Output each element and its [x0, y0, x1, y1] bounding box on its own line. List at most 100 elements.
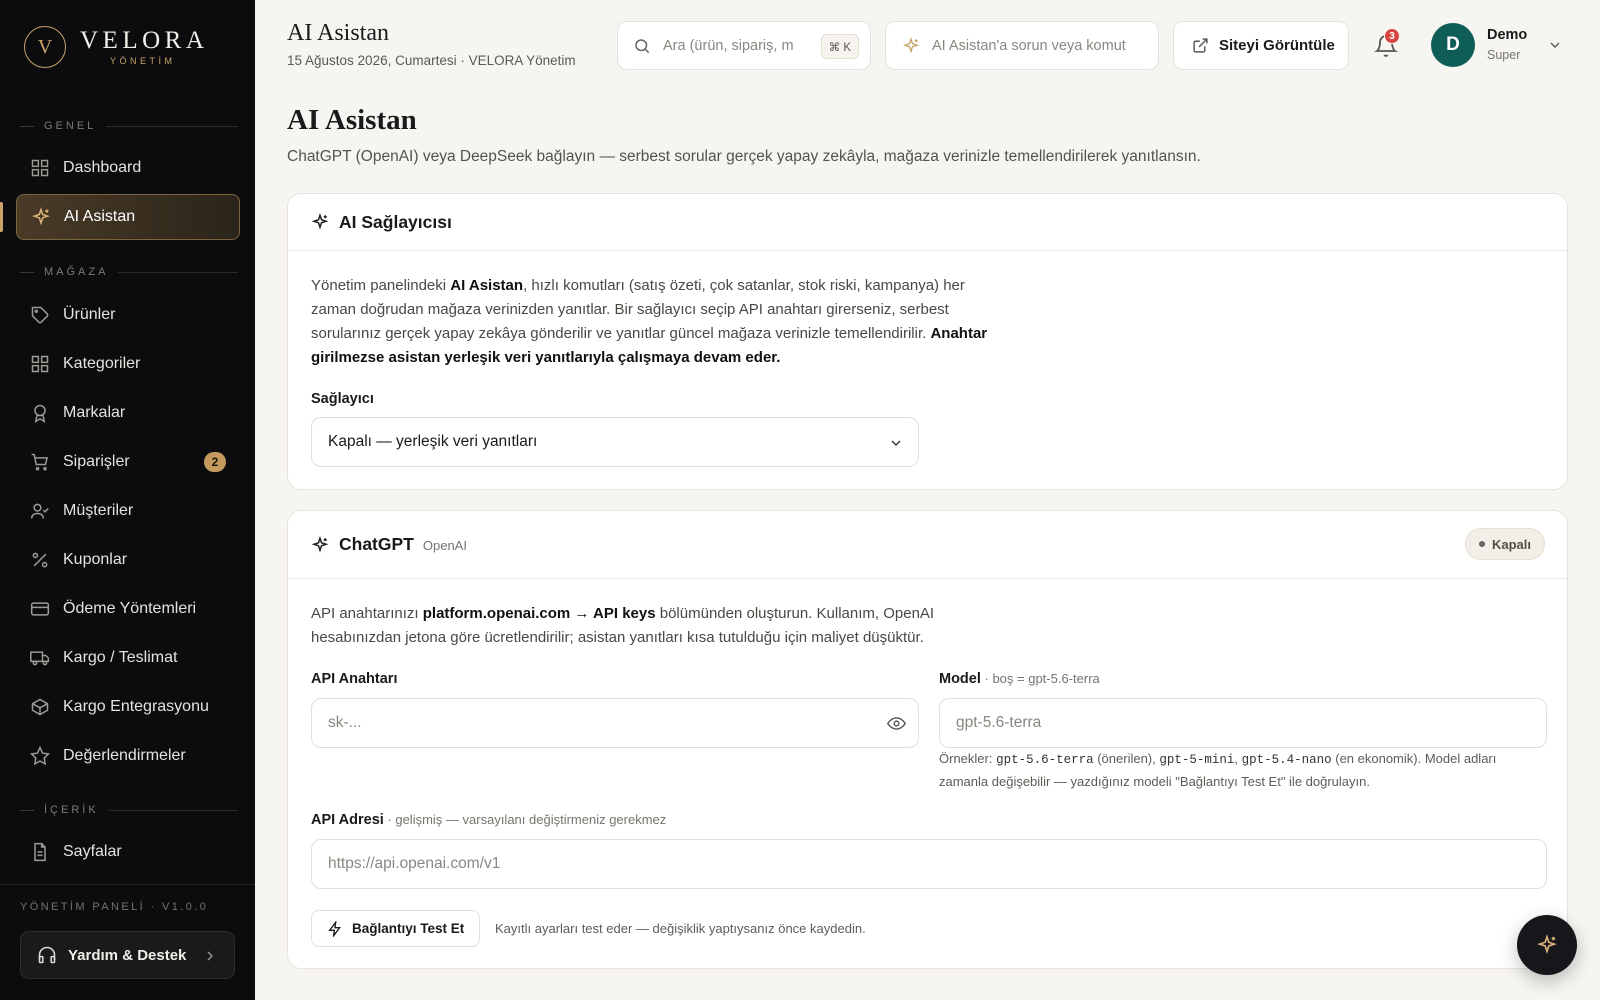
status-badge: Kapalı	[1464, 528, 1545, 560]
brand-name: VELORA	[80, 26, 209, 54]
brand-logo[interactable]: V VELORA YÖNETİM	[24, 26, 208, 68]
sidebar-item-label: Kategoriler	[63, 355, 141, 372]
sidebar-item-urunler[interactable]: Ürünler	[16, 292, 240, 338]
sidebar-item-kategoriler[interactable]: Kategoriler	[16, 341, 240, 387]
search-shortcut: ⌘ K	[820, 34, 859, 59]
test-connection-label: Bağlantıyı Test Et	[352, 921, 465, 936]
sidebar-item-label: Sayfalar	[63, 843, 122, 860]
percent-icon	[32, 552, 48, 568]
headphones-icon	[38, 946, 56, 964]
sidebar-item-label: Ödeme Yöntemleri	[63, 600, 197, 617]
sidebar: V VELORA YÖNETİM GENEL Dashboard AI Asis…	[0, 0, 255, 1000]
provider-card: AI Sağlayıcısı Yönetim panelindeki AI As…	[287, 193, 1568, 490]
lightning-icon	[328, 920, 341, 937]
api-url-field[interactable]	[311, 839, 1547, 889]
sidebar-item-dashboard[interactable]: Dashboard	[16, 145, 240, 191]
file-icon	[34, 842, 46, 862]
sparkle-icon	[311, 535, 329, 553]
sidebar-item-degerlendirmeler[interactable]: Değerlendirmeler	[16, 733, 240, 779]
section-label-genel: GENEL	[20, 120, 238, 132]
model-field[interactable]	[939, 698, 1547, 748]
avatar[interactable]: D	[1431, 23, 1475, 67]
sidebar-item-kargo-entegrasyonu[interactable]: Kargo Entegrasyonu	[16, 684, 240, 730]
sidebar-item-kargo-teslimat[interactable]: Kargo / Teslimat	[16, 635, 240, 681]
page-title: AI Asistan	[287, 104, 417, 136]
ai-assistant-fab[interactable]	[1517, 915, 1577, 975]
api-url-label: API Adresi · gelişmiş — varsayılanı deği…	[311, 812, 667, 828]
global-search[interactable]: ⌘ K	[617, 21, 871, 70]
sidebar-item-siparisler[interactable]: Siparişler 2	[16, 439, 240, 485]
user-name[interactable]: Demo	[1487, 27, 1527, 43]
sidebar-item-label: Kargo Entegrasyonu	[63, 698, 209, 715]
search-icon	[635, 38, 650, 53]
api-url-input[interactable]	[328, 855, 1425, 873]
star-icon	[30, 746, 50, 766]
header-subtitle: 15 Ağustos 2026, Cumartesi · VELORA Yöne…	[287, 53, 576, 68]
provider-field-label: Sağlayıcı	[311, 391, 374, 407]
sidebar-item-label: Siparişler	[63, 453, 130, 470]
sidebar-item-markalar[interactable]: Markalar	[16, 390, 240, 436]
ai-command-input[interactable]	[932, 37, 1147, 54]
sidebar-item-kuponlar[interactable]: Kuponlar	[16, 537, 240, 583]
sidebar-item-sayfalar[interactable]: Sayfalar	[16, 829, 240, 875]
box-icon	[31, 698, 49, 716]
test-connection-button[interactable]: Bağlantıyı Test Et	[311, 910, 481, 947]
notification-badge: 3	[1384, 28, 1400, 44]
model-label: Model · boş = gpt-5.6-terra	[939, 671, 1100, 687]
api-key-field[interactable]	[311, 698, 919, 748]
provider-card-title: AI Sağlayıcısı	[339, 211, 452, 232]
model-input[interactable]	[956, 714, 1487, 732]
sidebar-item-ai-asistan[interactable]: AI Asistan	[16, 194, 240, 240]
cart-icon	[31, 453, 49, 471]
page-description: ChatGPT (OpenAI) veya DeepSeek bağlayın …	[287, 148, 1201, 165]
brand-mark: V	[24, 26, 66, 68]
grid-icon	[31, 355, 49, 373]
chevron-down-icon	[891, 440, 901, 446]
sidebar-divider	[0, 884, 255, 885]
external-link-icon	[1193, 38, 1208, 53]
sidebar-item-label: Dashboard	[63, 159, 142, 176]
sidebar-item-label: Kargo / Teslimat	[63, 649, 178, 666]
section-label-icerik: İÇERİK	[20, 804, 238, 816]
sparkle-icon	[1537, 934, 1557, 955]
active-indicator	[0, 202, 3, 232]
sidebar-item-label: AI Asistan	[64, 208, 136, 225]
view-site-button[interactable]: Siteyi Görüntüle	[1173, 21, 1349, 70]
chevron-down-icon[interactable]	[1547, 37, 1563, 53]
sidebar-item-label: Müşteriler	[63, 502, 134, 519]
test-connection-note: Kayıtlı ayarları test eder — değişiklik …	[495, 921, 866, 936]
card-icon	[30, 602, 50, 616]
sidebar-item-label: Ürünler	[63, 306, 116, 323]
sparkle-icon	[902, 36, 920, 53]
ai-command-box[interactable]	[885, 21, 1159, 70]
provider-select[interactable]: Kapalı — yerleşik veri yanıtları	[311, 417, 919, 467]
sidebar-item-odeme-yontemleri[interactable]: Ödeme Yöntemleri	[16, 586, 240, 632]
provider-description: Yönetim panelindeki AI Asistan, hızlı ko…	[311, 277, 988, 366]
model-note: Örnekler: gpt-5.6-terra (önerilen), gpt-…	[939, 751, 1497, 789]
chevron-right-icon	[207, 951, 213, 961]
chatgpt-card-subtitle: OpenAI	[422, 538, 467, 553]
user-role: Super	[1487, 48, 1521, 62]
eye-icon[interactable]	[887, 714, 906, 733]
sparkle-icon	[311, 213, 329, 230]
api-key-input[interactable]	[328, 714, 859, 732]
section-label-magaza: MAĞAZA	[20, 266, 238, 278]
sidebar-item-label: Markalar	[63, 404, 126, 421]
award-icon	[34, 404, 46, 423]
chatgpt-card-title: ChatGPT	[339, 534, 414, 554]
help-support-button[interactable]: Yardım & Destek	[20, 931, 235, 979]
brand-sub: YÖNETİM	[110, 55, 176, 66]
sidebar-item-label: Kuponlar	[63, 551, 128, 568]
help-support-label: Yardım & Destek	[68, 946, 187, 964]
tag-icon	[31, 306, 49, 324]
chatgpt-card: ChatGPT OpenAI Kapalı API anahtarınızı p…	[287, 510, 1568, 969]
user-check-icon	[30, 503, 49, 519]
truck-icon	[30, 651, 50, 666]
sparkle-icon	[31, 207, 51, 226]
header-title: AI Asistan	[287, 20, 389, 46]
view-site-label: Siteyi Görüntüle	[1219, 37, 1335, 54]
sidebar-version: YÖNETİM PANELİ · V1.0.0	[20, 901, 209, 913]
sidebar-item-musteriler[interactable]: Müşteriler	[16, 488, 240, 534]
search-input[interactable]	[663, 37, 803, 54]
api-key-label: API Anahtarı	[311, 671, 398, 687]
